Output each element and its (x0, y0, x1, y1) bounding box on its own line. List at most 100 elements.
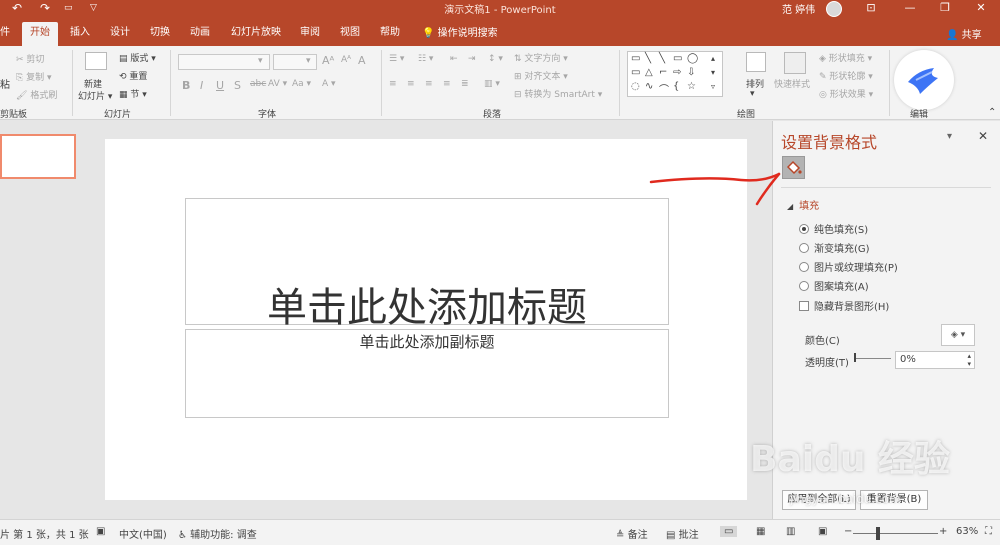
shrink-font-button[interactable]: Aᴬ (341, 55, 351, 65)
share-button[interactable]: 👤 共享 (946, 26, 982, 41)
font-color-button[interactable]: A ▾ (322, 79, 336, 89)
language-indicator[interactable]: 中文(中国) (119, 526, 167, 541)
align-text-button[interactable]: ⊞ 对齐文本 ▾ (514, 69, 568, 82)
arrow-shape-icon[interactable]: ⇨ (673, 67, 681, 78)
curve-shape-icon[interactable]: ∿ (645, 81, 653, 92)
font-size-dropdown-icon[interactable]: ▾ (306, 56, 311, 66)
cut-button[interactable]: ✂ 剪切 (16, 52, 44, 65)
spellcheck-icon[interactable]: ▣ (96, 526, 105, 537)
gradient-fill-option[interactable]: 渐变填充(G) (799, 240, 870, 255)
apply-to-all-button[interactable]: 应用到全部(L) (782, 490, 856, 510)
numbering-icon[interactable]: ☷ ▾ (418, 54, 433, 64)
new-slide-label-2[interactable]: 幻灯片 ▾ (78, 89, 112, 102)
font-family-combo[interactable] (178, 54, 270, 70)
callout-shape-icon[interactable]: ◌ (631, 81, 640, 92)
shape-fill-button[interactable]: ◈ 形状填充 ▾ (819, 51, 872, 64)
zoom-in-icon[interactable]: + (939, 526, 947, 537)
bullets-icon[interactable]: ☰ ▾ (389, 54, 404, 64)
minimize-icon[interactable]: — (895, 0, 925, 18)
title-placeholder[interactable]: 单击此处添加标题 (185, 198, 669, 331)
distribute-icon[interactable]: ≣ (461, 79, 469, 89)
shape-effects-button[interactable]: ◎ 形状效果 ▾ (819, 87, 873, 100)
section-button[interactable]: ▦ 节 ▾ (119, 87, 147, 100)
shape-outline-button[interactable]: ✎ 形状轮廓 ▾ (819, 69, 873, 82)
change-case-button[interactable]: Aa ▾ (292, 79, 311, 89)
radio-button[interactable] (799, 243, 809, 253)
radio-button[interactable] (799, 262, 809, 272)
picture-fill-option[interactable]: 图片或纹理填充(P) (799, 259, 898, 274)
rectangle-shape-icon[interactable]: ▭ (673, 53, 682, 64)
oval-shape-icon[interactable]: ◯ (687, 53, 698, 64)
align-left-icon[interactable]: ≡ (389, 79, 397, 89)
user-name[interactable]: 范 婷伟 (782, 1, 815, 16)
ribbon-display-options-icon[interactable]: ⊡ (856, 0, 886, 18)
fit-slide-icon[interactable]: ⛶ (985, 526, 992, 537)
arrange-button[interactable]: 排列 (746, 77, 764, 90)
fill-tab[interactable] (782, 156, 805, 179)
line-spacing-icon[interactable]: ↕ ▾ (488, 54, 503, 64)
block-arrow-shape-icon[interactable]: ⇩ (687, 67, 695, 78)
align-right-icon[interactable]: ≡ (425, 79, 433, 89)
pane-close-icon[interactable]: ✕ (978, 129, 988, 143)
tab-help[interactable]: 帮助 (376, 22, 404, 46)
arc-shape-icon[interactable]: ⌒ (659, 81, 669, 96)
comments-button[interactable]: ▤ 批注 (666, 526, 699, 541)
pattern-fill-option[interactable]: 图案填充(A) (799, 278, 869, 293)
text-shadow-button[interactable]: S (234, 79, 241, 92)
spinner-icon[interactable]: ▴ ▾ (967, 352, 971, 368)
gallery-down-icon[interactable]: ▾ (711, 68, 715, 77)
zoom-slider[interactable] (853, 533, 938, 534)
line-shape-icon[interactable]: ╲ (659, 53, 665, 64)
paste-button[interactable]: 粘 (0, 76, 10, 91)
avatar[interactable] (826, 1, 842, 17)
tab-animations[interactable]: 动画 (186, 22, 214, 46)
text-direction-button[interactable]: ⇅ 文字方向 ▾ (514, 51, 568, 64)
gallery-more-icon[interactable]: ▿ (711, 82, 715, 91)
decrease-indent-icon[interactable]: ⇤ (450, 54, 458, 64)
tab-view[interactable]: 视图 (336, 22, 364, 46)
arrange-dropdown-icon[interactable]: ▾ (750, 89, 755, 99)
restore-icon[interactable]: ❐ (930, 0, 960, 18)
slideshow-view-icon[interactable]: ▣ (818, 526, 827, 537)
arrange-icon[interactable] (746, 52, 766, 72)
bold-button[interactable]: B (182, 79, 190, 92)
transparency-input[interactable]: 0% ▴ ▾ (895, 351, 975, 369)
gallery-up-icon[interactable]: ▴ (711, 54, 715, 63)
brace-shape-icon[interactable]: { (673, 81, 679, 92)
zoom-level[interactable]: 63% (956, 526, 978, 537)
strikethrough-button[interactable]: abc (250, 79, 266, 89)
transparency-slider-thumb[interactable] (854, 353, 856, 362)
line-shape-icon[interactable]: ╲ (645, 53, 651, 64)
star-shape-icon[interactable]: ☆ (687, 81, 696, 92)
color-picker-button[interactable]: ◈ ▾ (941, 324, 975, 346)
align-center-icon[interactable]: ≡ (407, 79, 415, 89)
connector-shape-icon[interactable]: ⌐ (659, 67, 667, 78)
triangle-shape-icon[interactable]: △ (645, 67, 653, 78)
radio-button[interactable] (799, 281, 809, 291)
slide-sorter-icon[interactable]: ▦ (756, 526, 765, 537)
reading-view-icon[interactable]: ▥ (786, 526, 795, 537)
font-family-dropdown-icon[interactable]: ▾ (258, 56, 263, 66)
solid-fill-option[interactable]: 纯色填充(S) (799, 221, 868, 236)
zoom-slider-thumb[interactable] (876, 527, 880, 540)
radio-button[interactable] (799, 224, 809, 234)
underline-button[interactable]: U (216, 79, 224, 92)
transparency-slider[interactable] (854, 358, 891, 359)
format-painter-button[interactable]: 🖌 格式刷 (16, 88, 57, 101)
hide-background-graphics-option[interactable]: 隐藏背景图形(H) (799, 298, 889, 313)
columns-icon[interactable]: ▥ ▾ (484, 79, 500, 89)
tab-file[interactable]: 件 (0, 22, 10, 46)
checkbox[interactable] (799, 301, 809, 311)
close-icon[interactable]: ✕ (966, 0, 996, 18)
convert-smartart-button[interactable]: ⊟ 转换为 SmartArt ▾ (514, 87, 602, 100)
tab-home[interactable]: 开始 (22, 22, 58, 46)
slide-thumbnail[interactable] (0, 134, 76, 179)
reset-button[interactable]: ⟲ 重置 (119, 69, 147, 82)
tell-me-search[interactable]: 💡 操作说明搜索 (422, 24, 498, 39)
rectangle-shape-icon[interactable]: ▭ (631, 53, 640, 64)
italic-button[interactable]: I (200, 79, 203, 92)
collapse-ribbon-icon[interactable]: ⌃ (988, 107, 996, 118)
tab-transitions[interactable]: 切换 (146, 22, 174, 46)
tab-insert[interactable]: 插入 (66, 22, 94, 46)
fill-section-header[interactable]: ◢ 填充 (787, 197, 819, 212)
